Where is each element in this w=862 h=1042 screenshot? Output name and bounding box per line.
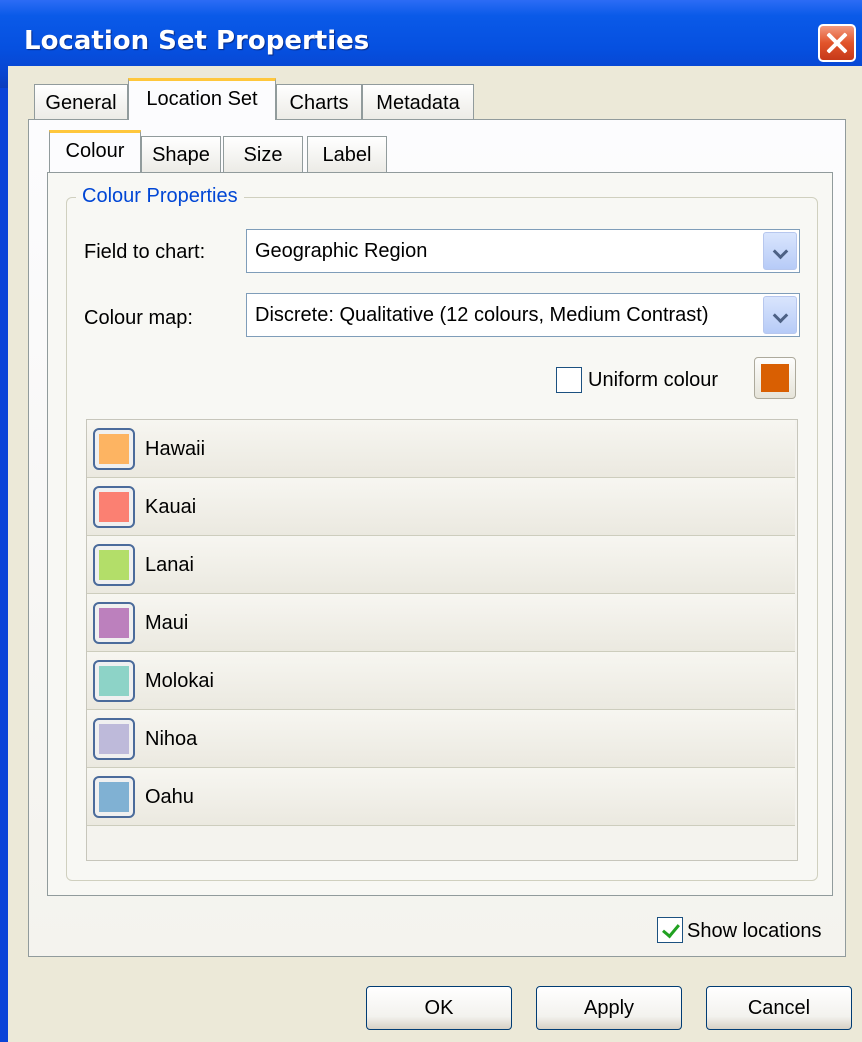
field-to-chart-value: Geographic Region <box>255 240 428 262</box>
apply-button[interactable]: Apply <box>536 986 682 1030</box>
colour-map-label: Colour map: <box>84 307 193 329</box>
list-item[interactable]: Maui <box>87 594 795 652</box>
field-to-chart-label: Field to chart: <box>84 241 206 263</box>
ok-button[interactable]: OK <box>366 986 512 1030</box>
window-title: Location Set Properties <box>24 26 370 56</box>
tab-shape[interactable]: Shape <box>141 136 221 172</box>
colour-swatch <box>99 492 129 522</box>
tab-label[interactable]: Label <box>307 136 387 172</box>
tab-general[interactable]: General <box>34 84 128 120</box>
list-item-label: Nihoa <box>145 728 198 750</box>
colour-swatch-button[interactable] <box>93 776 135 818</box>
colour-tab-panel: Colour Properties Field to chart: Geogra… <box>47 172 833 896</box>
cancel-button[interactable]: Cancel <box>706 986 852 1030</box>
group-legend: Colour Properties <box>76 185 244 208</box>
tab-location-set[interactable]: Location Set <box>128 78 276 120</box>
colour-swatch-button[interactable] <box>93 602 135 644</box>
uniform-colour-button[interactable] <box>754 357 796 399</box>
colour-swatch-button[interactable] <box>93 544 135 586</box>
show-locations-checkbox[interactable] <box>657 917 683 943</box>
uniform-colour-checkbox[interactable] <box>556 367 582 393</box>
location-set-tab-panel: Shape Size Label Colour Colour Propertie… <box>28 119 846 957</box>
colour-map-value: Discrete: Qualitative (12 colours, Mediu… <box>255 304 709 326</box>
tab-colour[interactable]: Colour <box>49 130 141 172</box>
uniform-colour-label: Uniform colour <box>588 369 719 391</box>
show-locations-label: Show locations <box>687 920 822 942</box>
colour-swatch-button[interactable] <box>93 428 135 470</box>
chevron-down-icon[interactable] <box>763 232 797 270</box>
chevron-down-icon[interactable] <box>763 296 797 334</box>
colour-swatch <box>99 782 129 812</box>
colour-swatch-button[interactable] <box>93 486 135 528</box>
list-item[interactable]: Oahu <box>87 768 795 826</box>
list-item[interactable]: Nihoa <box>87 710 795 768</box>
list-item-label: Kauai <box>145 496 197 518</box>
list-item[interactable]: Hawaii <box>87 420 795 478</box>
list-item-label: Oahu <box>145 786 194 808</box>
colour-swatch <box>99 608 129 638</box>
tab-metadata[interactable]: Metadata <box>362 84 474 120</box>
tab-charts[interactable]: Charts <box>276 84 362 120</box>
close-icon[interactable] <box>818 24 856 62</box>
colour-swatch <box>99 550 129 580</box>
dialog-client-area: General Location Set Charts Metadata Sha… <box>8 66 862 1042</box>
list-item-label: Hawaii <box>145 438 206 460</box>
location-set-properties-dialog: Location Set Properties General Location… <box>0 0 862 1042</box>
list-item-label: Maui <box>145 612 189 634</box>
colour-list: Hawaii Kauai Lanai Maui Molokai Nihoa Oahu <box>86 419 798 861</box>
field-to-chart-select[interactable]: Geographic Region <box>246 229 800 273</box>
list-item[interactable]: Kauai <box>87 478 795 536</box>
colour-swatch <box>99 724 129 754</box>
colour-swatch-button[interactable] <box>93 660 135 702</box>
uniform-colour-swatch <box>761 364 789 392</box>
list-item[interactable]: Lanai <box>87 536 795 594</box>
colour-swatch <box>99 434 129 464</box>
colour-map-select[interactable]: Discrete: Qualitative (12 colours, Mediu… <box>246 293 800 337</box>
list-item-label: Lanai <box>145 554 194 576</box>
list-item-label: Molokai <box>145 670 214 692</box>
colour-swatch-button[interactable] <box>93 718 135 760</box>
tab-size[interactable]: Size <box>223 136 303 172</box>
list-item[interactable]: Molokai <box>87 652 795 710</box>
colour-swatch <box>99 666 129 696</box>
